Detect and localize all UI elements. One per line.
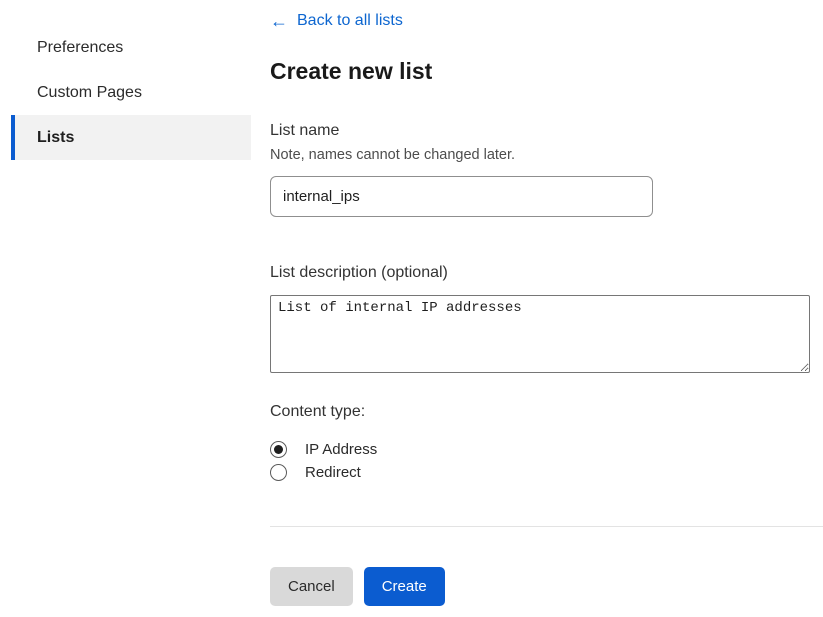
radio-option-ip-address[interactable]: IP Address xyxy=(270,438,823,461)
create-button[interactable]: Create xyxy=(364,567,445,606)
radio-label-redirect[interactable]: Redirect xyxy=(305,464,361,481)
sidebar-item-lists[interactable]: Lists xyxy=(11,115,251,160)
page-title: Create new list xyxy=(270,58,823,85)
content-type-radio-group: IP Address Redirect xyxy=(270,438,823,484)
radio-option-redirect[interactable]: Redirect xyxy=(270,461,823,484)
settings-sidebar: Preferences Custom Pages Lists xyxy=(0,0,270,617)
form-actions: Cancel Create xyxy=(270,567,823,606)
cancel-button[interactable]: Cancel xyxy=(270,567,353,606)
radio-label-ip-address[interactable]: IP Address xyxy=(305,441,377,458)
sidebar-item-custom-pages[interactable]: Custom Pages xyxy=(11,70,251,115)
back-arrow-icon: ← xyxy=(270,12,288,30)
list-name-note: Note, names cannot be changed later. xyxy=(270,147,823,163)
list-name-input[interactable] xyxy=(270,176,653,217)
back-link-label: Back to all lists xyxy=(297,12,403,30)
list-description-textarea[interactable]: List of internal IP addresses xyxy=(270,295,810,373)
radio-button-redirect[interactable] xyxy=(270,464,287,481)
content-type-label: Content type: xyxy=(270,403,823,421)
section-divider xyxy=(270,526,823,527)
back-to-all-lists-link[interactable]: ← Back to all lists xyxy=(270,12,403,30)
sidebar-item-preferences[interactable]: Preferences xyxy=(11,25,251,70)
create-list-panel: ← Back to all lists Create new list List… xyxy=(270,0,823,617)
radio-button-ip-address[interactable] xyxy=(270,441,287,458)
list-name-label: List name xyxy=(270,122,823,140)
list-description-label: List description (optional) xyxy=(270,264,823,282)
